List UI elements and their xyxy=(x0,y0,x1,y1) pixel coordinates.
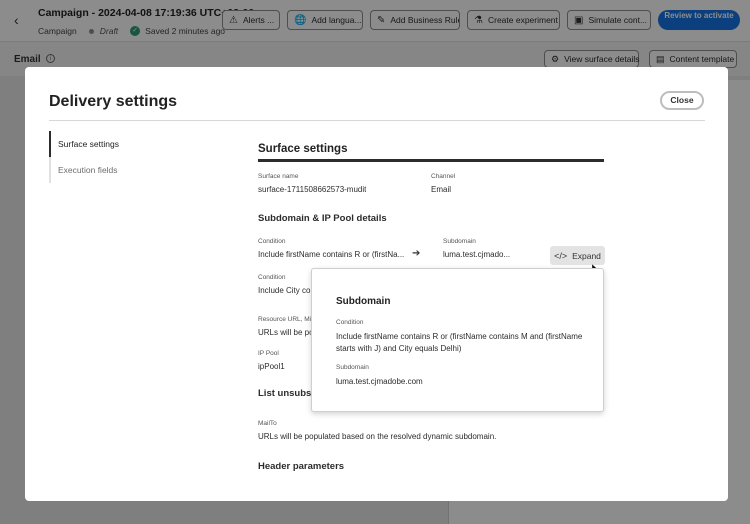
subdomain-label: Subdomain xyxy=(443,238,476,245)
section-title: Surface settings xyxy=(258,143,348,155)
subdomain-popover: Subdomain Condition Include firstName co… xyxy=(311,268,604,412)
section-rule xyxy=(258,159,604,162)
ip-pool-value: ipPool1 xyxy=(258,362,285,371)
arrow-right-icon: ➔ xyxy=(412,248,421,259)
mailto-label: MailTo xyxy=(258,420,277,427)
dialog-title: Delivery settings xyxy=(49,93,178,110)
popover-subdomain-label: Subdomain xyxy=(336,364,369,371)
resource-url-value: URLs will be po xyxy=(258,328,313,337)
popover-condition-value: Include firstName contains R or (firstNa… xyxy=(336,332,583,353)
settings-nav: Surface settings Execution fields xyxy=(49,131,199,183)
channel-value: Email xyxy=(431,185,452,194)
channel-label: Channel xyxy=(431,173,456,180)
dialog-divider xyxy=(49,120,705,121)
ip-pool-label: IP Pool xyxy=(258,350,279,357)
condition-value-2: Include City co xyxy=(258,286,311,295)
popover-title: Subdomain xyxy=(336,296,391,307)
popover-subdomain-value: luma.test.cjmadobe.com xyxy=(336,377,423,386)
close-button[interactable]: Close xyxy=(660,91,704,110)
expand-button[interactable]: </> Expand xyxy=(550,246,605,265)
nav-item-execution-fields[interactable]: Execution fields xyxy=(49,157,199,183)
nav-item-surface-settings[interactable]: Surface settings xyxy=(49,131,199,157)
subdomain-value: luma.test.cjmado... xyxy=(443,250,511,259)
list-unsubscribe-title: List unsubscri xyxy=(258,388,313,399)
code-icon: </> xyxy=(554,250,568,261)
resource-url-label: Resource URL, Mi xyxy=(258,316,312,323)
mailto-value: URLs will be populated based on the reso… xyxy=(258,432,497,441)
subdomain-section-title: Subdomain & IP Pool details xyxy=(258,213,387,224)
settings-content: Surface settings Surface name surface-17… xyxy=(258,143,604,472)
popover-condition-label: Condition xyxy=(336,319,364,326)
surface-name-value: surface-1711508662573-mudit xyxy=(258,185,367,194)
header-parameters-title: Header parameters xyxy=(258,461,345,472)
condition-label: Condition xyxy=(258,238,286,245)
condition-value: Include firstName contains R or (firstNa… xyxy=(258,250,405,259)
surface-name-label: Surface name xyxy=(258,173,299,180)
condition-label-2: Condition xyxy=(258,274,286,281)
